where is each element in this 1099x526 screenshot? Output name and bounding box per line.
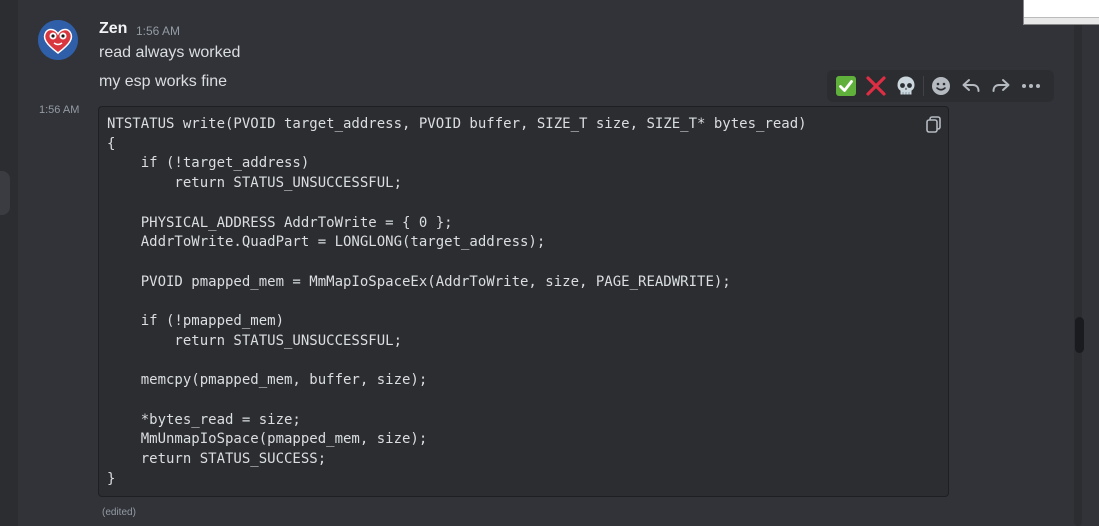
message-actions-toolbar bbox=[827, 70, 1054, 102]
scrollbar-track[interactable] bbox=[1074, 0, 1082, 526]
toolbar-separator bbox=[923, 76, 924, 96]
message-line: read always worked bbox=[99, 44, 241, 61]
code-block: NTSTATUS write(PVOID target_address, PVO… bbox=[98, 106, 949, 497]
left-panel-edge bbox=[0, 0, 18, 526]
popout-thumbnail[interactable] bbox=[1023, 0, 1099, 25]
reaction-skull-button[interactable] bbox=[891, 71, 921, 101]
code-text: NTSTATUS write(PVOID target_address, PVO… bbox=[107, 116, 807, 487]
add-reaction-button[interactable] bbox=[926, 71, 956, 101]
reply-icon bbox=[962, 79, 980, 92]
cross-mark-emoji-icon bbox=[866, 76, 886, 96]
author-name[interactable]: Zen bbox=[99, 20, 127, 38]
skull-emoji-icon bbox=[897, 76, 915, 95]
more-options-button[interactable] bbox=[1016, 71, 1046, 101]
message-line: my esp works fine bbox=[99, 73, 228, 90]
edited-label: (edited) bbox=[102, 507, 136, 518]
popout-thumbnail-bar bbox=[1024, 17, 1099, 24]
forward-button[interactable] bbox=[986, 71, 1016, 101]
copy-code-button[interactable] bbox=[924, 114, 944, 134]
forward-icon bbox=[992, 79, 1010, 92]
more-icon bbox=[1022, 84, 1040, 88]
reply-button[interactable] bbox=[956, 71, 986, 101]
add-reaction-icon bbox=[932, 77, 950, 95]
check-mark-emoji-icon bbox=[836, 76, 856, 96]
reaction-check-button[interactable] bbox=[831, 71, 861, 101]
reaction-cross-button[interactable] bbox=[861, 71, 891, 101]
scrollbar-thumb[interactable] bbox=[1075, 317, 1084, 353]
copy-icon bbox=[926, 116, 941, 133]
hover-timestamp: 1:56 AM bbox=[39, 104, 80, 116]
heart-avatar-icon bbox=[38, 20, 78, 60]
avatar[interactable] bbox=[38, 20, 78, 60]
chat-area: Zen 1:56 AM read always worked my esp wo… bbox=[18, 0, 1099, 526]
left-panel-pill[interactable] bbox=[0, 171, 10, 215]
message-timestamp: 1:56 AM bbox=[136, 24, 181, 38]
